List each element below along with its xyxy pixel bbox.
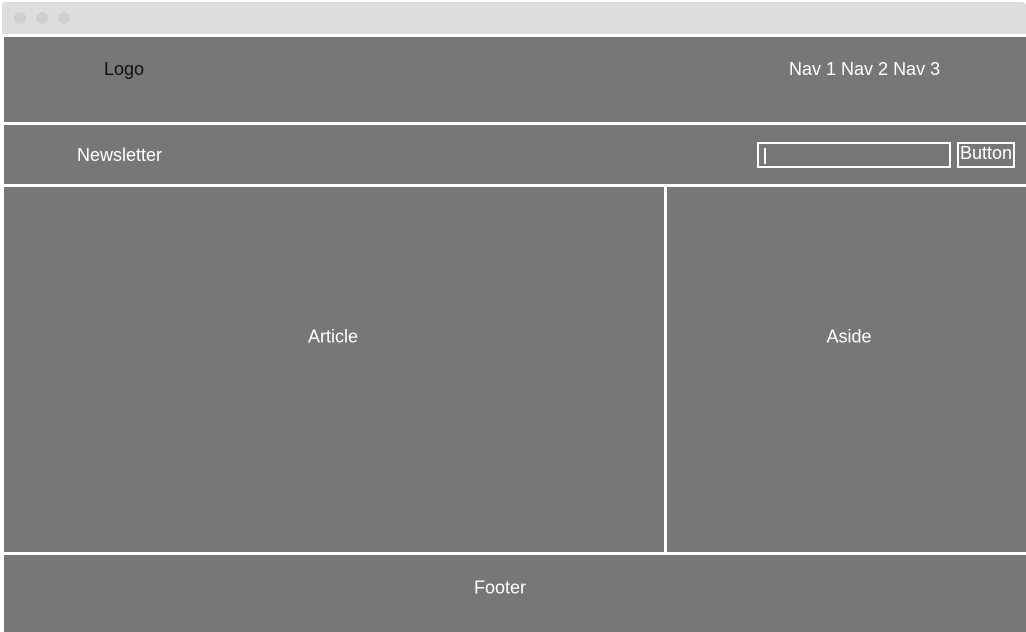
newsletter-bar: Newsletter Button <box>4 125 1026 184</box>
nav-menu: Nav 1 Nav 2 Nav 3 <box>789 59 940 80</box>
article-label: Article <box>307 326 359 347</box>
nav-item-3[interactable]: Nav 3 <box>893 59 940 79</box>
maximize-window-dot[interactable] <box>58 12 70 24</box>
page-footer: Footer <box>4 555 1026 632</box>
nav-item-1[interactable]: Nav 1 <box>789 59 841 79</box>
newsletter-input[interactable] <box>757 142 951 168</box>
newsletter-label: Newsletter <box>77 145 163 165</box>
logo[interactable]: Logo <box>104 59 144 80</box>
aside-label: Aside <box>826 326 872 347</box>
window-titlebar <box>2 2 1026 34</box>
browser-window: Logo Nav 1 Nav 2 Nav 3 Newsletter Button… <box>0 0 1026 632</box>
article-section: Article <box>4 187 664 552</box>
footer-label: Footer <box>473 577 527 598</box>
nav-item-2[interactable]: Nav 2 <box>841 59 893 79</box>
minimize-window-dot[interactable] <box>36 12 48 24</box>
text-caret <box>764 148 766 164</box>
close-window-dot[interactable] <box>14 12 26 24</box>
aside-section: Aside <box>667 187 1026 552</box>
newsletter-submit-button[interactable]: Button <box>957 142 1015 168</box>
page-header: Logo Nav 1 Nav 2 Nav 3 <box>4 37 1026 122</box>
